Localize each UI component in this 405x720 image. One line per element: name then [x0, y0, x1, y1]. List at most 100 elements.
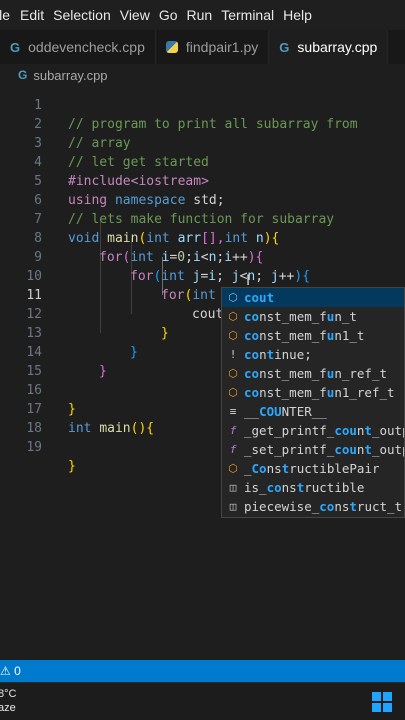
- struct-icon: ◫: [229, 481, 237, 494]
- suggestion-mid: nst_mem_f: [259, 366, 327, 381]
- function-icon: f: [229, 443, 237, 456]
- menu-file[interactable]: ile: [0, 7, 20, 23]
- class-icon: ⬡: [228, 367, 238, 380]
- suggestion-mid: nst_mem_f: [259, 309, 327, 324]
- suggestion-mid: n: [356, 442, 365, 457]
- code-line-current: 11 cout: [0, 267, 405, 322]
- tab-subarray[interactable]: G subarray.cpp: [269, 30, 389, 64]
- suggestion-match: co: [244, 309, 260, 324]
- suggestion-match: t: [296, 480, 305, 495]
- suggestion-match: u: [326, 385, 335, 400]
- code-line: 9 for(int j=i; j<n; j++){: [0, 229, 405, 284]
- suggestion-item[interactable]: ! co n t inue;: [222, 345, 404, 364]
- suggestion-match: co: [244, 385, 260, 400]
- class-icon: ⬡: [228, 329, 238, 342]
- suggestion-rest: n1_t: [334, 328, 365, 343]
- suggestion-rest: ruct_t: [356, 499, 403, 514]
- suggestion-match: cou: [334, 442, 357, 457]
- editor-tab-bar: G oddevencheck.cpp findpair1.py G subarr…: [0, 30, 405, 64]
- tab-findpair1[interactable]: findpair1.py: [156, 30, 270, 64]
- suggestion-match: U: [274, 404, 282, 419]
- menu-run[interactable]: Run: [187, 7, 222, 23]
- suggestion-item[interactable]: ⬡ co nst_mem_f u n1_ref_t: [222, 383, 404, 402]
- class-icon: ⬡: [228, 462, 238, 475]
- suggestion-item[interactable]: f _set_printf_count_outp: [222, 440, 404, 459]
- class-icon: ⬡: [228, 386, 238, 399]
- suggestion-prefix: is_: [244, 480, 267, 495]
- status-bar: ⚠ 0: [0, 660, 405, 682]
- cpp-icon: G: [279, 39, 290, 55]
- menu-terminal[interactable]: Terminal: [221, 7, 283, 23]
- class-icon: ⬡: [228, 291, 238, 304]
- struct-icon: ◫: [229, 500, 237, 513]
- menu-selection[interactable]: Selection: [53, 7, 120, 23]
- menu-help[interactable]: Help: [283, 7, 321, 23]
- intellisense-suggest-widget[interactable]: ⬡ cout ⬡ co nst_mem_f u n_t ⬡ co nst_mem_f u n…: [221, 287, 405, 518]
- code-line: 1 // program to print all subarray from: [0, 77, 405, 132]
- menu-bar: ile Edit Selection View Go Run Terminal …: [0, 0, 405, 30]
- suggestion-mid: ns: [334, 499, 350, 514]
- python-icon: [165, 41, 178, 53]
- suggestion-match: t: [281, 461, 290, 476]
- problems-indicator[interactable]: ⚠ 0: [0, 664, 21, 678]
- suggestion-mid: ns: [266, 461, 282, 476]
- suggestion-match: cou: [334, 423, 357, 438]
- suggestion-match: u: [326, 309, 335, 324]
- code-line: 6 // lets make function for subarray: [0, 172, 405, 227]
- code-line: 4 #include<iostream>: [0, 134, 405, 189]
- suggestion-match: Co: [251, 461, 267, 476]
- suggestion-prefix: __: [244, 404, 260, 419]
- temperature: 8°C: [0, 688, 17, 700]
- suggestion-rest: n_ref_t: [334, 366, 388, 381]
- suggestion-prefix: _: [244, 461, 252, 476]
- suggestion-item[interactable]: ⬡ co nst_mem_f u n_t: [222, 307, 404, 326]
- weather-widget[interactable]: 8°C aze: [0, 687, 16, 715]
- suggestion-prefix: _get_printf_: [244, 423, 335, 438]
- menu-view[interactable]: View: [120, 7, 159, 23]
- menu-go[interactable]: Go: [159, 7, 187, 23]
- suggestion-match: co: [244, 366, 260, 381]
- suggestion-rest: n_t: [334, 309, 357, 324]
- suggestion-item[interactable]: ◫ piecewise_ co ns t ruct_t: [222, 497, 404, 516]
- token: }: [68, 459, 76, 474]
- suggestion-rest: n1_ref_t: [334, 385, 395, 400]
- keyword-icon: !: [229, 348, 237, 361]
- tab-oddevencheck[interactable]: G oddevencheck.cpp: [0, 30, 156, 64]
- windows-start-icon[interactable]: [372, 692, 392, 712]
- suggestion-prefix: _set_printf_: [244, 442, 335, 457]
- suggestion-match: u: [326, 328, 335, 343]
- suggestion-match: t: [364, 423, 372, 438]
- tab-label: oddevencheck.cpp: [28, 39, 145, 55]
- suggestion-rest: NTER__: [281, 404, 327, 419]
- suggestion-match: t: [349, 499, 357, 514]
- weather-condition: aze: [0, 702, 16, 714]
- suggestion-prefix: piecewise_: [244, 499, 320, 514]
- suggestion-item[interactable]: ⬡ _ Co ns t ructiblePair: [222, 459, 404, 478]
- suggestion-rest: ructible: [304, 480, 365, 495]
- suggestion-match: u: [326, 366, 335, 381]
- suggestion-item[interactable]: ⬡ co nst_mem_f u n_ref_t: [222, 364, 404, 383]
- code-line: 10 for(int k=i; k<=j; k++){: [0, 248, 405, 303]
- class-icon: ⬡: [228, 310, 238, 323]
- suggestion-rest: ructiblePair: [289, 461, 380, 476]
- suggestion-rest: _outp: [371, 442, 404, 457]
- suggestion-item[interactable]: f _get_printf_count_outp: [222, 421, 404, 440]
- code-line: 8 for(int i=0;i<n;i++){: [0, 210, 405, 265]
- taskbar: 8°C aze: [0, 682, 405, 720]
- function-icon: f: [229, 424, 237, 437]
- suggestion-match: t: [364, 442, 372, 457]
- suggestion-item[interactable]: ⬡ cout: [222, 288, 404, 307]
- suggestion-match: co: [244, 347, 260, 362]
- code-line: 2 // array: [0, 96, 405, 151]
- suggestion-item[interactable]: ◫ is_ co ns t ructible: [222, 478, 404, 497]
- suggestion-match: co: [266, 480, 282, 495]
- code-line: 5 using namespace std;: [0, 153, 405, 208]
- menu-edit[interactable]: Edit: [20, 7, 53, 23]
- suggestion-item[interactable]: ⬡ co nst_mem_f u n1_t: [222, 326, 404, 345]
- suggestion-match: t: [266, 347, 275, 362]
- suggestion-rest: inue;: [274, 347, 312, 362]
- suggestion-match: cout: [244, 290, 275, 305]
- suggestion-mid: nst_mem_f: [259, 385, 327, 400]
- tab-label: findpair1.py: [185, 39, 259, 55]
- suggestion-item[interactable]: ≡ __ CO U NTER__: [222, 402, 404, 421]
